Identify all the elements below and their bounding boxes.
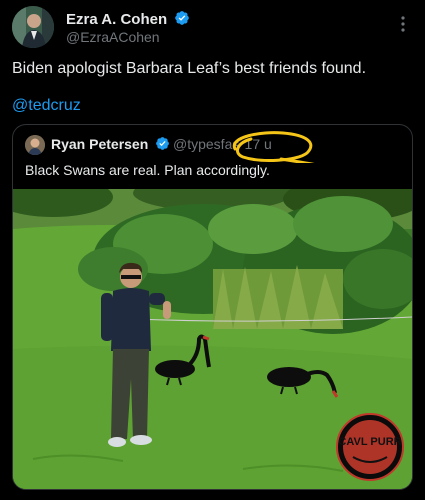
quoted-post-photo[interactable]: CAVL PURR	[13, 189, 412, 489]
more-horizontal-icon[interactable]	[393, 14, 413, 34]
watermark-logo: CAVL PURR	[336, 413, 404, 481]
quoted-post[interactable]: Ryan Petersen @typesfas · 17 u Black Swa…	[12, 124, 413, 490]
post-header: Ezra A. Cohen @EzraACohen	[12, 6, 413, 48]
quoted-author-handle[interactable]: @typesfas	[173, 136, 239, 152]
quoted-post-time[interactable]: · 17 u	[236, 136, 272, 152]
author-name[interactable]: Ezra A. Cohen	[66, 10, 190, 28]
verified-badge-icon	[156, 137, 170, 150]
author-name-text: Ezra A. Cohen	[66, 11, 168, 28]
quoted-author-name[interactable]: Ryan Petersen	[51, 136, 170, 152]
quoted-post-header: Ryan Petersen @typesfas · 17 u	[25, 131, 405, 163]
svg-text:CAVL PURR: CAVL PURR	[338, 436, 401, 448]
post-text: Biden apologist Barbara Leaf’s best frie…	[12, 60, 367, 77]
quoted-post-text: Black Swans are real. Plan accordingly.	[25, 162, 270, 178]
author-avatar[interactable]	[12, 6, 54, 48]
verified-badge-icon	[175, 11, 190, 25]
quoted-author-avatar[interactable]	[25, 135, 45, 155]
author-handle[interactable]: @EzraACohen	[66, 29, 160, 45]
quoted-author-name-text: Ryan Petersen	[51, 136, 149, 152]
mention-link[interactable]: @tedcruz	[12, 97, 81, 115]
